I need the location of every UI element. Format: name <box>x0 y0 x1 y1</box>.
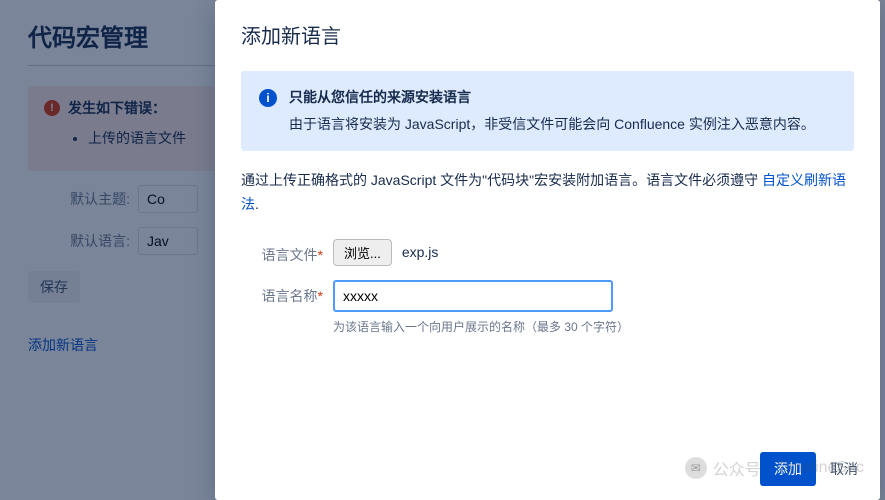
selected-filename: exp.js <box>402 244 439 260</box>
language-name-row: 语言名称* 为该语言输入一个向用户展示的名称（最多 30 个字符） <box>241 280 854 335</box>
info-title: 只能从您信任的来源安装语言 <box>289 87 815 107</box>
browse-button[interactable]: 浏览... <box>333 239 392 266</box>
language-name-hint: 为该语言输入一个向用户展示的名称（最多 30 个字符） <box>333 318 629 335</box>
language-name-input[interactable] <box>333 280 613 312</box>
info-body: 由于语言将安装为 JavaScript，非受信文件可能会向 Confluence… <box>289 113 815 135</box>
language-name-label: 语言名称* <box>241 280 333 306</box>
language-file-label: 语言文件* <box>241 239 333 265</box>
add-language-modal: 添加新语言 i 只能从您信任的来源安装语言 由于语言将安装为 JavaScrip… <box>215 0 880 500</box>
watermark: ✉ 公众号 · TimelineSec <box>685 456 864 480</box>
info-panel: i 只能从您信任的来源安装语言 由于语言将安装为 JavaScript，非受信文… <box>241 71 854 151</box>
language-file-row: 语言文件* 浏览... exp.js <box>241 239 854 266</box>
description-text: 通过上传正确格式的 JavaScript 文件为"代码块"宏安装附加语言。语言文… <box>241 169 854 217</box>
wechat-icon: ✉ <box>685 457 707 479</box>
modal-title: 添加新语言 <box>241 20 854 49</box>
info-icon: i <box>259 89 277 107</box>
